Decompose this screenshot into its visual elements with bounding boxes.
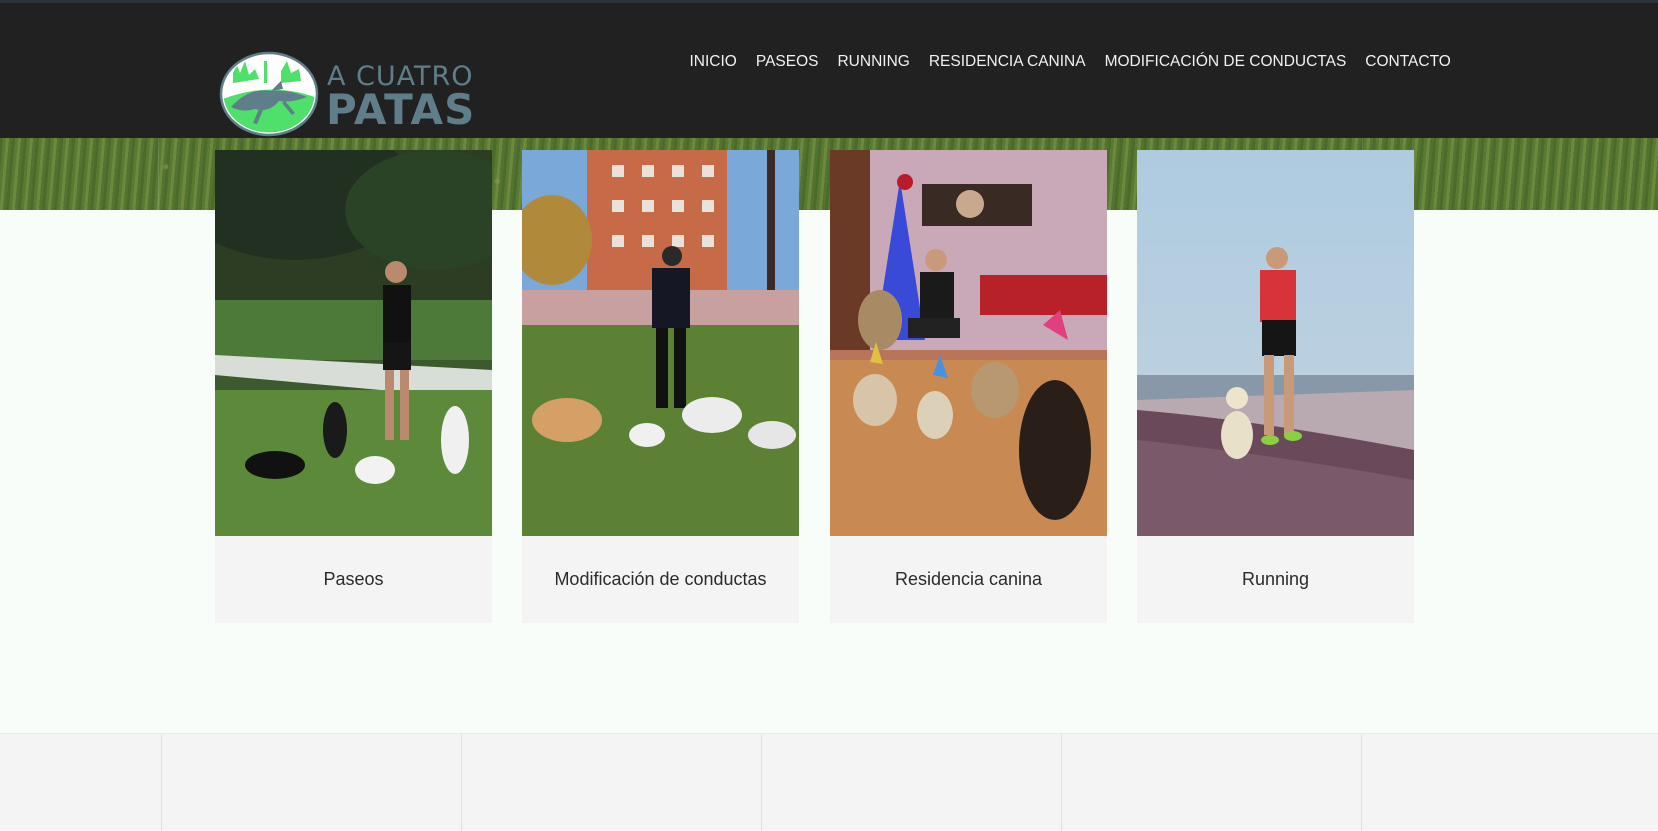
nav-item-paseos[interactable]: PASEOS	[746, 50, 828, 74]
service-card-modificacion-de-conductas[interactable]: Modificación de conductas	[522, 150, 799, 623]
footer-divider	[1061, 734, 1062, 831]
card-caption-residencia-canina: Residencia canina	[830, 536, 1107, 623]
main-nav: INICIO PASEOS RUNNING RESIDENCIA CANINA …	[680, 50, 1460, 74]
site-header: A CUATRO PATAS INICIO PASEOS RUNNING RES…	[0, 0, 1658, 138]
card-caption-modificacion-de-conductas: Modificación de conductas	[522, 536, 799, 623]
footer-divider	[461, 734, 462, 831]
card-photo-residencia-canina	[830, 150, 1107, 536]
walker-with-dogs-photo-icon	[215, 150, 492, 536]
site-logo[interactable]: A CUATRO PATAS	[219, 51, 474, 139]
nav-item-residencia-canina[interactable]: RESIDENCIA CANINA	[919, 50, 1095, 74]
footer-divider	[761, 734, 762, 831]
grass-divider	[158, 138, 159, 210]
service-card-running[interactable]: Running	[1137, 150, 1414, 623]
runner-with-dog-photo-icon	[1137, 150, 1414, 536]
logo-text-line2: PATAS	[326, 85, 476, 134]
card-photo-paseos	[215, 150, 492, 536]
nav-item-contacto[interactable]: CONTACTO	[1356, 50, 1461, 74]
footer-divider	[161, 734, 162, 831]
card-caption-paseos: Paseos	[215, 536, 492, 623]
service-card-paseos[interactable]: Paseos	[215, 150, 492, 623]
footer-strip	[0, 733, 1658, 831]
card-photo-running	[1137, 150, 1414, 536]
logo-badge-icon	[219, 51, 319, 137]
nav-item-modificacion-de-conductas[interactable]: MODIFICACIÓN DE CONDUCTAS	[1095, 50, 1356, 74]
service-card-residencia-canina[interactable]: Residencia canina	[830, 150, 1107, 623]
nav-item-running[interactable]: RUNNING	[828, 50, 919, 74]
card-photo-modificacion-de-conductas	[522, 150, 799, 536]
services-grid: Paseos Modificación de conductas Residen…	[215, 150, 1415, 624]
nav-item-inicio[interactable]: INICIO	[680, 50, 746, 74]
trainer-with-dogs-photo-icon	[522, 150, 799, 536]
card-caption-running: Running	[1137, 536, 1414, 623]
dogs-with-party-hats-photo-icon	[830, 150, 1107, 536]
footer-divider	[1361, 734, 1362, 831]
